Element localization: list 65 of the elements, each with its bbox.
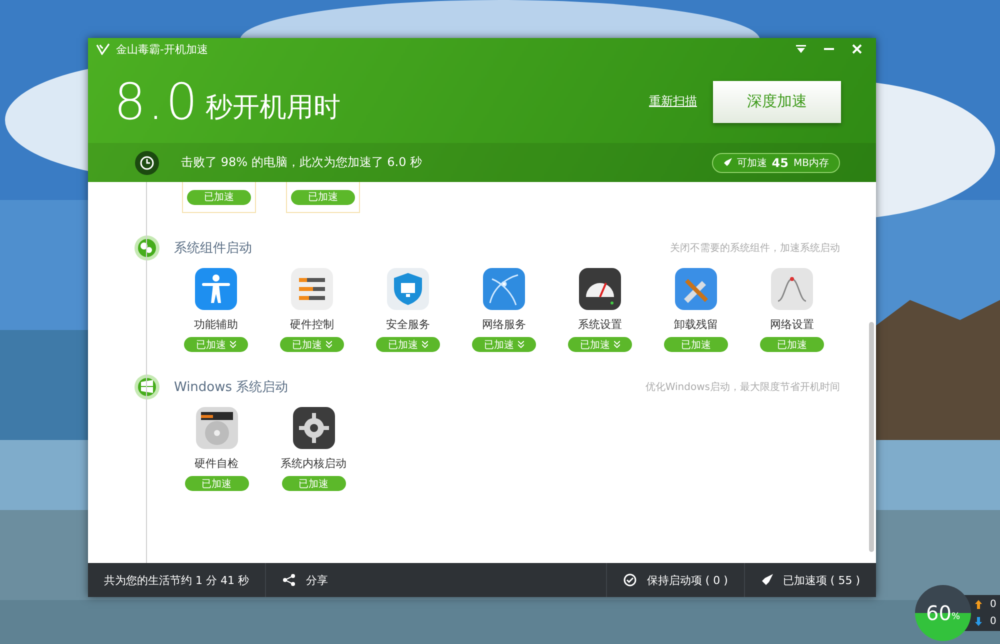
status-button[interactable]: 已加速 bbox=[187, 190, 251, 204]
app-logo-icon bbox=[96, 43, 110, 55]
share-icon bbox=[282, 573, 296, 587]
upload-speed: 0 bbox=[990, 599, 996, 610]
item-label: 系统内核启动 bbox=[280, 456, 346, 471]
check-circle-icon bbox=[622, 573, 637, 587]
item-label: 功能辅助 bbox=[194, 317, 238, 332]
shield-icon[interactable] bbox=[386, 267, 430, 311]
accelerated-items-link[interactable]: 已加速项 ( 55 ) bbox=[744, 563, 876, 597]
minimize-icon bbox=[824, 48, 834, 50]
upload-arrow-icon bbox=[975, 600, 982, 609]
rescan-link[interactable]: 重新扫描 bbox=[649, 93, 697, 110]
item-label: 安全服务 bbox=[386, 317, 430, 332]
section-hint: 关闭不需要的系统组件，加速系统启动 bbox=[670, 242, 840, 255]
memory-badge[interactable]: 可加速 45 MB内存 bbox=[712, 152, 840, 172]
deep-accelerate-button[interactable]: 深度加速 bbox=[713, 80, 841, 122]
sliders-icon[interactable] bbox=[290, 267, 334, 311]
chart-icon[interactable] bbox=[770, 267, 814, 311]
item-label: 系统设置 bbox=[578, 317, 622, 332]
item-label: 卸载残留 bbox=[674, 317, 718, 332]
status-button[interactable]: 已加速 bbox=[291, 190, 355, 204]
network-icon[interactable] bbox=[482, 267, 526, 311]
status-button[interactable]: 已加速 bbox=[282, 476, 346, 491]
keep-startup-link[interactable]: 保持启动项 ( 0 ) bbox=[606, 563, 744, 597]
tools-icon[interactable] bbox=[674, 267, 718, 311]
double-chevron-icon bbox=[230, 341, 236, 348]
status-button[interactable]: 已加速 bbox=[568, 337, 632, 352]
status-button[interactable]: 已加速 bbox=[664, 337, 728, 352]
status-button[interactable]: 已加速 bbox=[280, 337, 344, 352]
clock-icon bbox=[135, 150, 159, 174]
status-button[interactable]: 已加速 bbox=[472, 337, 536, 352]
percent-sign: % bbox=[951, 612, 960, 622]
gauge-icon[interactable] bbox=[578, 267, 622, 311]
download-arrow-icon bbox=[975, 617, 982, 626]
windows-logo-icon bbox=[134, 374, 160, 400]
gear-icon[interactable] bbox=[292, 406, 336, 450]
section-title: Windows 系统启动 bbox=[174, 379, 290, 396]
status-button[interactable]: 已加速 bbox=[184, 337, 248, 352]
share-link[interactable]: 分享 bbox=[266, 563, 606, 597]
item-label: 硬件自检 bbox=[194, 456, 238, 471]
scrollbar[interactable] bbox=[869, 322, 874, 552]
summary-text: 击败了 98% 的电脑，此次为您加速了 6.0 秒 bbox=[181, 154, 424, 171]
section-title: 系统组件启动 bbox=[174, 240, 253, 257]
item-label: 网络设置 bbox=[770, 317, 814, 332]
status-button[interactable]: 已加速 bbox=[376, 337, 440, 352]
download-speed: 0 bbox=[990, 616, 996, 627]
status-button[interactable]: 已加速 bbox=[760, 337, 824, 352]
double-chevron-icon bbox=[326, 341, 332, 348]
dropdown-icon bbox=[796, 45, 806, 53]
double-chevron-icon bbox=[422, 341, 428, 348]
time-saved-text: 共为您的生活节约 1 分 41 秒 bbox=[104, 572, 249, 588]
close-icon bbox=[852, 44, 862, 54]
double-chevron-icon bbox=[518, 341, 524, 348]
section-hint: 优化Windows启动，最大限度节省开机时间 bbox=[645, 380, 840, 394]
window-title: 金山毒霸-开机加速 bbox=[116, 42, 209, 56]
boot-time-label: 秒开机用时 bbox=[206, 90, 342, 124]
rocket-icon bbox=[760, 574, 773, 586]
item-label: 网络服务 bbox=[482, 317, 526, 332]
rocket-icon bbox=[722, 158, 732, 167]
accessibility-icon[interactable] bbox=[194, 267, 238, 311]
status-button[interactable]: 已加速 bbox=[184, 476, 248, 491]
item-label: 硬件控制 bbox=[290, 317, 334, 332]
double-chevron-icon bbox=[614, 341, 620, 348]
gears-icon bbox=[134, 235, 160, 261]
boot-time: 8.0 bbox=[114, 72, 200, 130]
